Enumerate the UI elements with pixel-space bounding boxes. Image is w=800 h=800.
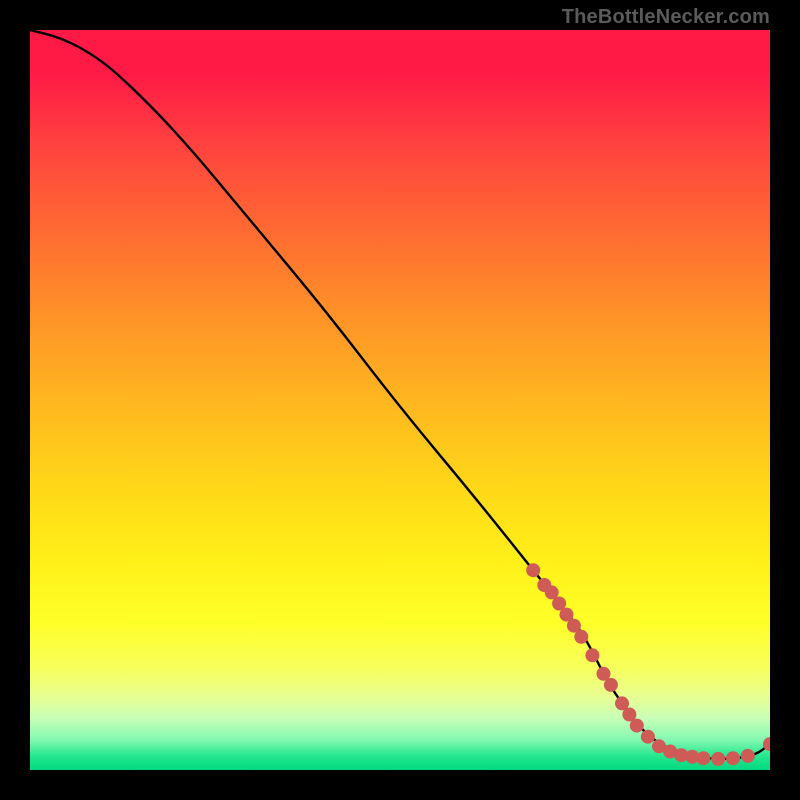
data-marker — [726, 751, 740, 765]
chart-frame: TheBottleNecker.com — [0, 0, 800, 800]
data-marker — [630, 719, 644, 733]
data-markers — [526, 563, 770, 766]
data-marker — [604, 678, 618, 692]
data-marker — [585, 648, 599, 662]
data-marker — [574, 630, 588, 644]
data-marker — [711, 752, 725, 766]
curve-path — [30, 30, 770, 759]
watermark-text: TheBottleNecker.com — [562, 6, 770, 29]
data-marker — [696, 751, 710, 765]
data-marker — [741, 749, 755, 763]
plot-area — [30, 30, 770, 770]
chart-svg — [30, 30, 770, 770]
data-marker — [526, 563, 540, 577]
data-marker — [641, 730, 655, 744]
